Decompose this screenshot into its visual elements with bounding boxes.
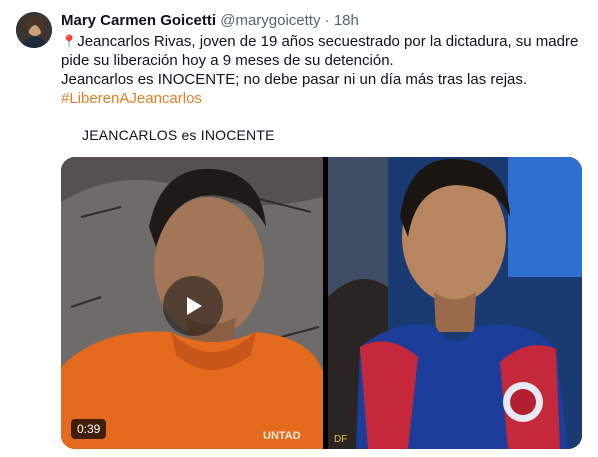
- author-handle[interactable]: @marygoicetty: [220, 12, 320, 29]
- tweet-line-1: 📍Jeancarlos Rivas, joven de 19 años secu…: [61, 33, 579, 50]
- hashtag-link[interactable]: #LiberenAJeancarlos: [61, 90, 202, 107]
- author-avatar[interactable]: [16, 12, 52, 48]
- svg-text:UNTAD: UNTAD: [263, 430, 301, 442]
- svg-text:DF: DF: [334, 434, 347, 445]
- video-duration: 0:39: [71, 419, 107, 439]
- play-icon: [187, 297, 202, 315]
- tweet-header: Mary Carmen Goicetti @marygoicetty · 18h: [61, 11, 359, 31]
- play-button[interactable]: [163, 276, 223, 336]
- media-caption: JEANCARLOS es INOCENTE: [82, 127, 275, 143]
- header-separator: ·: [324, 12, 330, 29]
- photo-image[interactable]: DF: [328, 157, 582, 449]
- media-container: UNTAD 0:39 DF: [61, 157, 582, 449]
- tweet-text: 📍Jeancarlos Rivas, joven de 19 años secu…: [61, 32, 586, 108]
- pin-icon: 📍: [61, 34, 78, 49]
- photo-content: DF: [328, 157, 582, 449]
- video-player[interactable]: UNTAD 0:39: [61, 157, 323, 449]
- tweet-timestamp[interactable]: 18h: [334, 12, 359, 29]
- tweet-line-2: pide su liberación hoy a 9 meses de su d…: [61, 52, 394, 69]
- author-name[interactable]: Mary Carmen Goicetti: [61, 12, 216, 29]
- tweet-line-3: Jeancarlos es INOCENTE; no debe pasar ni…: [61, 71, 528, 88]
